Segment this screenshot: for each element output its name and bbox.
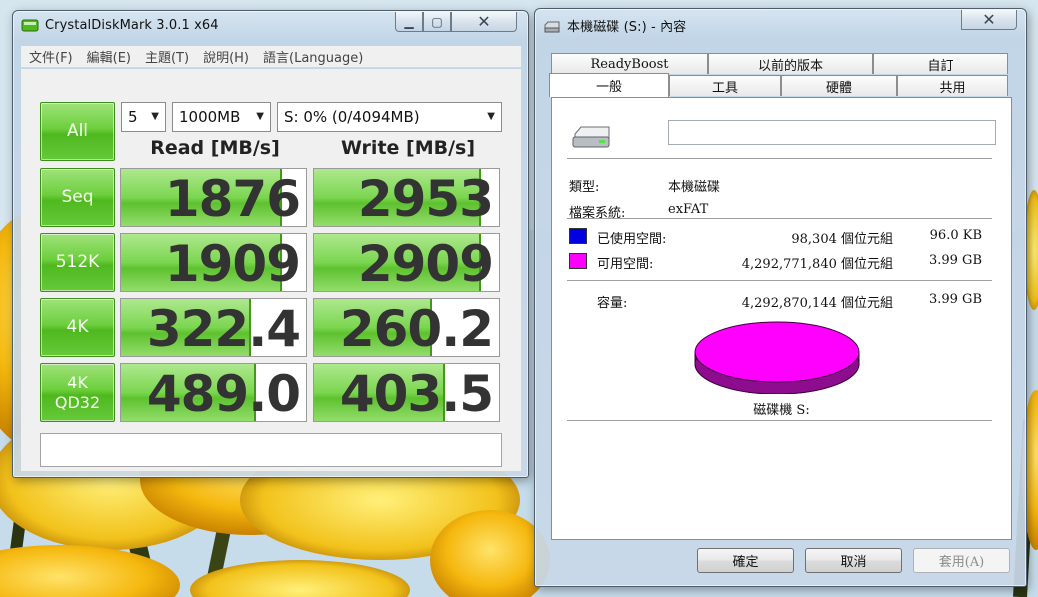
read-result-value: 322.4 <box>146 300 301 357</box>
test-count-value: 5 <box>128 108 138 126</box>
free-space-bytes: 4,292,771,840 個位元組 <box>741 257 893 272</box>
maximize-icon: ▢ <box>431 14 443 29</box>
write-column-header: Write [MB/s] <box>340 137 476 159</box>
crystaldiskmark-window: CrystalDiskMark 3.0.1 x64 ▁ ▢ ✕ 文件(F) 編輯… <box>12 10 529 478</box>
apply-button[interactable]: 套用(A) <box>913 548 1010 573</box>
tab-hardware[interactable]: 硬體 <box>781 75 897 96</box>
tab-strip: ReadyBoost 以前的版本 自訂 一般 工具 硬體 共用 <box>549 51 1015 97</box>
test-button-3[interactable]: 4K QD32 <box>40 363 115 422</box>
drive-value: S: 0% (0/4094MB) <box>284 108 420 126</box>
tab-previous-versions[interactable]: 以前的版本 <box>708 53 873 74</box>
free-space-label: 可用空間: <box>597 257 654 272</box>
test-size-select[interactable]: 1000MB ▼ <box>172 102 271 132</box>
write-result-cell: 260.2 <box>313 298 500 357</box>
read-result-value: 489.0 <box>146 365 301 422</box>
benchmark-panel: All 5 ▼ 1000MB ▼ S: 0% (0/4094MB) ▼ Read… <box>21 69 521 471</box>
capacity-label: 容量: <box>597 296 628 311</box>
tab-sharing[interactable]: 共用 <box>897 75 1008 96</box>
tab-general[interactable]: 一般 <box>549 73 669 97</box>
used-space-size: 96.0 KB <box>929 228 982 243</box>
divider <box>567 420 992 421</box>
write-result-cell: 403.5 <box>313 363 500 422</box>
menu-edit[interactable]: 編輯(E) <box>87 47 131 66</box>
general-tab-page: 類型: 本機磁碟 檔案系統: exFAT 已使用空間: 98,304 個位元組 … <box>551 97 1012 540</box>
write-result-cell: 2909 <box>313 233 500 292</box>
used-space-bytes: 98,304 個位元組 <box>791 232 893 247</box>
test-count-select[interactable]: 5 ▼ <box>121 102 166 132</box>
read-result-cell: 322.4 <box>120 298 307 357</box>
used-space-swatch <box>569 228 587 244</box>
menu-file[interactable]: 文件(F) <box>29 47 73 66</box>
menu-theme[interactable]: 主題(T) <box>145 47 189 66</box>
drive-name-input[interactable] <box>668 120 996 145</box>
app-icon <box>21 18 39 33</box>
all-button[interactable]: All <box>40 102 115 161</box>
comment-field[interactable] <box>40 433 502 467</box>
write-result-value: 2953 <box>357 170 494 227</box>
read-column-header: Read [MB/s] <box>150 137 280 159</box>
chevron-down-icon: ▼ <box>151 111 159 122</box>
free-space-swatch <box>569 253 587 269</box>
drive-icon <box>543 18 561 33</box>
write-result-value: 260.2 <box>339 300 494 357</box>
cancel-button[interactable]: 取消 <box>805 548 902 573</box>
divider <box>567 280 992 281</box>
test-button-2[interactable]: 4K <box>40 298 115 357</box>
close-icon: ✕ <box>982 10 996 29</box>
used-space-label: 已使用空間: <box>597 232 667 247</box>
maximize-button[interactable]: ▢ <box>423 12 451 32</box>
chevron-down-icon: ▼ <box>256 111 264 122</box>
minimize-button[interactable]: ▁ <box>395 12 423 32</box>
test-button-1[interactable]: 512K <box>40 233 115 292</box>
tab-customize[interactable]: 自訂 <box>873 53 1008 74</box>
close-icon: ✕ <box>477 12 491 31</box>
disk-usage-pie <box>694 321 860 394</box>
drive-letter-label: 磁碟機 S: <box>753 403 810 418</box>
minimize-icon: ▁ <box>404 14 414 29</box>
menu-help[interactable]: 說明(H) <box>203 47 249 66</box>
menu-bar: 文件(F) 編輯(E) 主題(T) 說明(H) 語言(Language) <box>21 46 521 68</box>
read-result-value: 1876 <box>164 170 301 227</box>
free-space-size: 3.99 GB <box>928 253 982 268</box>
window-title: CrystalDiskMark 3.0.1 x64 <box>45 18 219 33</box>
chevron-down-icon: ▼ <box>487 111 495 122</box>
tab-readyboost[interactable]: ReadyBoost <box>551 53 708 74</box>
divider <box>567 218 992 219</box>
drive-properties-dialog: 本機磁碟 (S:) - 內容 ✕ ReadyBoost 以前的版本 自訂 一般 … <box>534 8 1027 587</box>
menu-language[interactable]: 語言(Language) <box>263 47 363 66</box>
write-result-cell: 2953 <box>313 168 500 227</box>
title-bar[interactable]: 本機磁碟 (S:) - 內容 ✕ <box>535 9 1026 39</box>
filesystem-value: exFAT <box>668 202 709 217</box>
ok-button[interactable]: 確定 <box>697 548 794 573</box>
type-value: 本機磁碟 <box>668 180 721 195</box>
test-button-0[interactable]: Seq <box>40 168 115 227</box>
test-size-value: 1000MB <box>179 108 241 126</box>
read-result-cell: 1909 <box>120 233 307 292</box>
write-result-value: 403.5 <box>339 365 494 422</box>
divider <box>567 158 992 159</box>
capacity-size: 3.99 GB <box>928 292 982 307</box>
title-bar[interactable]: CrystalDiskMark 3.0.1 x64 ▁ ▢ ✕ <box>13 11 528 41</box>
drive-select[interactable]: S: 0% (0/4094MB) ▼ <box>277 102 502 132</box>
tab-tools[interactable]: 工具 <box>669 75 781 96</box>
read-result-cell: 1876 <box>120 168 307 227</box>
close-button[interactable]: ✕ <box>451 12 517 32</box>
read-result-value: 1909 <box>164 235 301 292</box>
hard-drive-icon <box>569 124 613 150</box>
write-result-value: 2909 <box>357 235 494 292</box>
close-button[interactable]: ✕ <box>961 10 1017 30</box>
type-label: 類型: <box>569 180 600 195</box>
window-title: 本機磁碟 (S:) - 內容 <box>567 20 687 35</box>
read-result-cell: 489.0 <box>120 363 307 422</box>
capacity-bytes: 4,292,870,144 個位元組 <box>741 296 893 311</box>
